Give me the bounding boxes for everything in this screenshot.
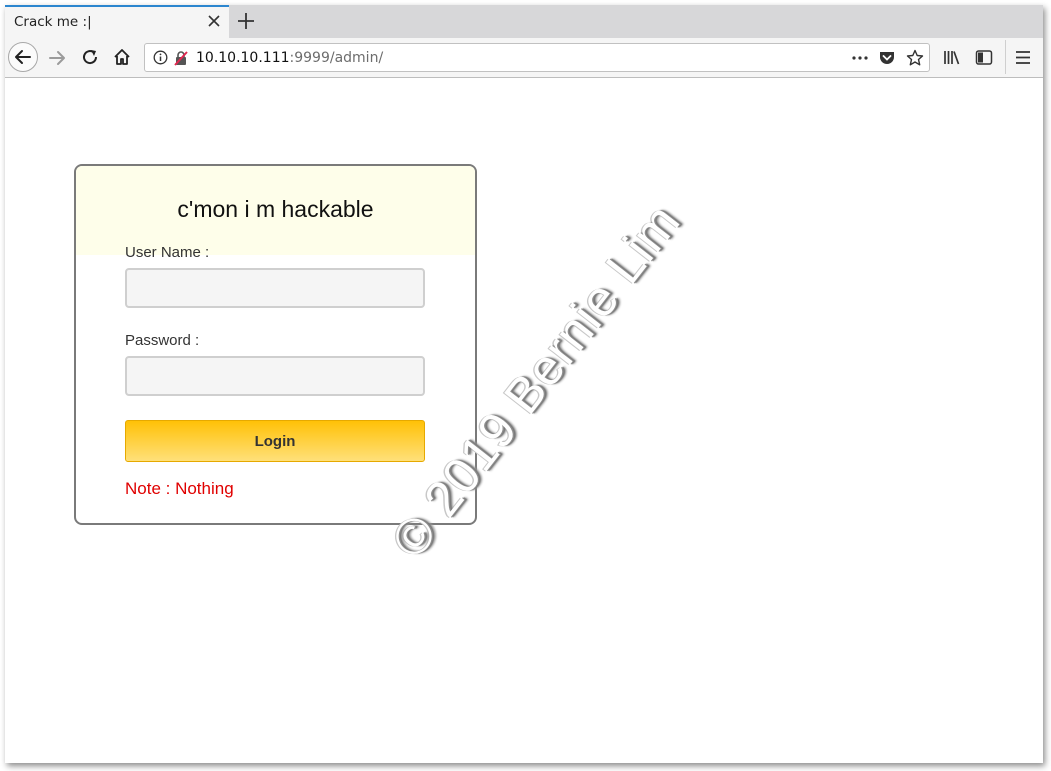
login-header: c'mon i m hackable — [76, 166, 475, 255]
pocket-icon[interactable] — [878, 49, 896, 67]
new-tab-plus-icon[interactable] — [237, 12, 255, 30]
url-bar[interactable]: 10.10.10.111:9999/admin/ — [144, 43, 930, 72]
url-text[interactable]: 10.10.10.111:9999/admin/ — [196, 50, 383, 66]
browser-window: Crack me :| 10.10.10.111:9999/admin/ c'm… — [5, 5, 1043, 763]
hamburger-menu-icon[interactable] — [1015, 50, 1031, 65]
library-icon[interactable] — [943, 49, 961, 66]
username-label: User Name : — [125, 244, 210, 261]
back-button[interactable] — [8, 42, 38, 72]
password-input[interactable] — [125, 356, 425, 396]
star-icon[interactable] — [906, 49, 924, 67]
tab-title: Crack me :| — [14, 14, 92, 30]
insecure-lock-icon[interactable] — [173, 50, 189, 66]
ellipsis-icon[interactable] — [851, 51, 869, 65]
tab-strip: Crack me :| — [5, 5, 1043, 38]
tab-crack-me[interactable]: Crack me :| — [5, 5, 229, 38]
note-text: Note : Nothing — [125, 479, 234, 498]
username-input[interactable] — [125, 268, 425, 308]
password-label: Password : — [125, 332, 200, 349]
reload-icon[interactable] — [81, 48, 99, 66]
login-form: c'mon i m hackable User Name : Password … — [74, 164, 477, 525]
login-title: c'mon i m hackable — [177, 196, 374, 222]
sidebar-icon[interactable] — [975, 49, 993, 66]
info-icon[interactable] — [153, 50, 168, 65]
close-icon[interactable] — [207, 14, 221, 28]
back-arrow-icon — [15, 50, 31, 64]
toolbar-separator — [1005, 40, 1006, 74]
url-host: 10.10.10.111 — [196, 50, 290, 66]
login-button[interactable]: Login — [125, 420, 425, 462]
url-path: :9999/admin/ — [289, 50, 384, 66]
navigation-bar: 10.10.10.111:9999/admin/ — [5, 38, 1043, 78]
home-icon[interactable] — [113, 48, 131, 66]
page-content: c'mon i m hackable User Name : Password … — [5, 78, 1043, 763]
forward-arrow-icon[interactable] — [47, 48, 67, 68]
